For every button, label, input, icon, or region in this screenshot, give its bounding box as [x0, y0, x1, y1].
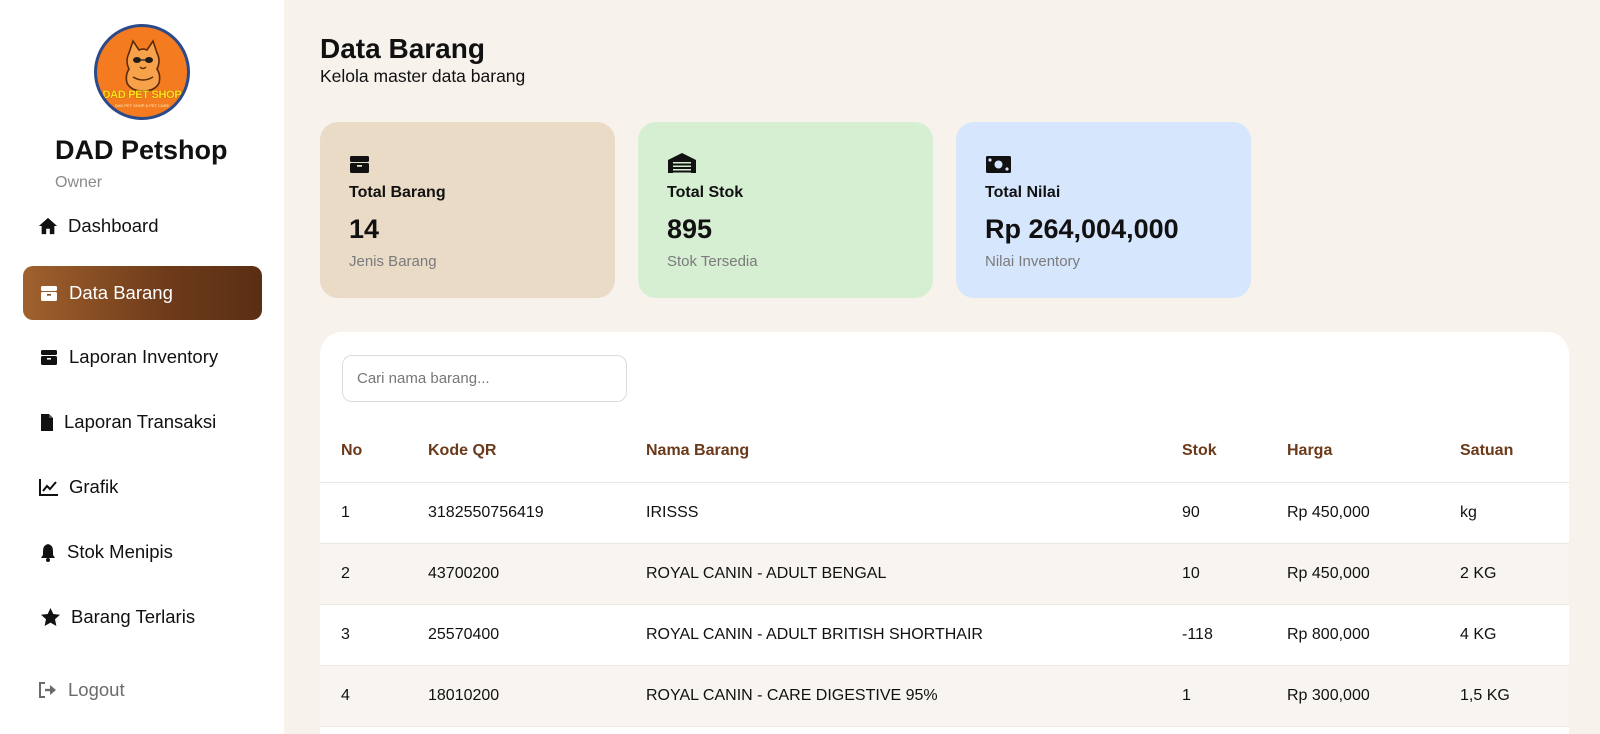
- cell-stok: 1: [1182, 665, 1287, 727]
- card-note: Jenis Barang: [349, 253, 437, 270]
- items-panel: No Kode QR Nama Barang Stok Harga Satuan…: [320, 332, 1569, 734]
- sidebar-item-dashboard[interactable]: Dashboard: [38, 199, 262, 253]
- sidebar-item-grafik[interactable]: Grafik: [23, 460, 262, 514]
- star-icon: [39, 607, 61, 627]
- items-table: No Kode QR Nama Barang Stok Harga Satuan…: [320, 420, 1569, 727]
- cell-kode-qr: 43700200: [428, 543, 646, 605]
- cell-satuan: kg: [1460, 482, 1569, 544]
- column-header-harga: Harga: [1287, 420, 1460, 483]
- sidebar-item-label: Grafik: [69, 476, 119, 497]
- cell-kode-qr: 18010200: [428, 665, 646, 727]
- sidebar-item-barang-terlaris[interactable]: Barang Terlaris: [23, 590, 262, 644]
- cell-harga: Rp 450,000: [1287, 482, 1460, 544]
- cell-stok: 10: [1182, 543, 1287, 605]
- sidebar-item-label: Laporan Inventory: [69, 346, 219, 367]
- sidebar: DAD PET SHOP DAD PET SHOP & PET CARE DAD…: [0, 0, 284, 734]
- logout-icon: [38, 681, 58, 699]
- money-icon: [985, 148, 1222, 174]
- box-icon: [349, 148, 586, 174]
- warehouse-icon: [667, 148, 904, 174]
- table-row[interactable]: 1 3182550756419 IRISSS 90 Rp 450,000 kg: [320, 482, 1569, 544]
- user-role: Owner: [55, 174, 103, 191]
- card-value: Rp 264,004,000: [985, 214, 1179, 244]
- column-header-kode-qr: Kode QR: [428, 420, 646, 483]
- card-value: 895: [667, 214, 713, 244]
- sidebar-item-laporan-transaksi[interactable]: Laporan Transaksi: [23, 395, 262, 449]
- box-icon: [39, 347, 59, 367]
- page-subtitle: Kelola master data barang: [320, 66, 526, 86]
- cell-nama-barang: IRISSS: [646, 482, 1182, 544]
- page-title: Data Barang: [320, 33, 485, 64]
- home-icon: [38, 216, 58, 236]
- sidebar-item-label: Data Barang: [69, 282, 173, 303]
- cell-harga: Rp 300,000: [1287, 665, 1460, 727]
- card-total-barang: Total Barang 14 Jenis Barang: [320, 122, 615, 298]
- column-header-nama-barang: Nama Barang: [646, 420, 1182, 483]
- search-input[interactable]: [342, 355, 627, 402]
- card-total-nilai: Total Nilai Rp 264,004,000 Nilai Invento…: [956, 122, 1251, 298]
- cell-nama-barang: ROYAL CANIN - ADULT BRITISH SHORTHAIR: [646, 604, 1182, 666]
- card-label: Total Barang: [349, 184, 446, 201]
- brand-name: DAD Petshop: [55, 135, 228, 165]
- card-label: Total Nilai: [985, 184, 1061, 201]
- cell-stok: 90: [1182, 482, 1287, 544]
- table-row[interactable]: 4 18010200 ROYAL CANIN - CARE DIGESTIVE …: [320, 665, 1569, 727]
- sidebar-item-laporan-inventory[interactable]: Laporan Inventory: [23, 330, 262, 384]
- cell-no: 4: [320, 665, 428, 727]
- column-header-satuan: Satuan: [1460, 420, 1569, 483]
- cell-satuan: 4 KG: [1460, 604, 1569, 666]
- cell-harga: Rp 450,000: [1287, 543, 1460, 605]
- card-label: Total Stok: [667, 184, 744, 201]
- table-header-row: No Kode QR Nama Barang Stok Harga Satuan: [320, 420, 1569, 483]
- sidebar-item-label: Dashboard: [68, 215, 159, 236]
- cell-no: 3: [320, 604, 428, 666]
- cat-logo-icon: [125, 39, 161, 92]
- cell-satuan: 1,5 KG: [1460, 665, 1569, 727]
- file-icon: [39, 412, 55, 432]
- cell-nama-barang: ROYAL CANIN - ADULT BENGAL: [646, 543, 1182, 605]
- cell-kode-qr: 25570400: [428, 604, 646, 666]
- cell-harga: Rp 800,000: [1287, 604, 1460, 666]
- logo-tagline: DAD PET SHOP & PET CARE: [114, 103, 170, 108]
- column-header-stok: Stok: [1182, 420, 1287, 483]
- cell-kode-qr: 3182550756419: [428, 482, 646, 544]
- box-icon: [39, 283, 59, 303]
- sidebar-item-stok-menipis[interactable]: Stok Menipis: [23, 525, 262, 579]
- bell-icon: [39, 542, 57, 562]
- sidebar-item-label: Barang Terlaris: [71, 606, 196, 627]
- sidebar-item-label: Stok Menipis: [67, 541, 173, 562]
- card-note: Stok Tersedia: [667, 253, 758, 270]
- cell-no: 2: [320, 543, 428, 605]
- sidebar-item-data-barang[interactable]: Data Barang: [23, 266, 262, 320]
- cell-stok: -118: [1182, 604, 1287, 666]
- table-row[interactable]: 3 25570400 ROYAL CANIN - ADULT BRITISH S…: [320, 604, 1569, 666]
- cell-satuan: 2 KG: [1460, 543, 1569, 605]
- cell-nama-barang: ROYAL CANIN - CARE DIGESTIVE 95%: [646, 665, 1182, 727]
- logo-text: DAD PET SHOP: [102, 89, 182, 101]
- chart-line-icon: [39, 477, 59, 497]
- card-total-stok: Total Stok 895 Stok Tersedia: [638, 122, 933, 298]
- sidebar-item-label: Laporan Transaksi: [64, 411, 217, 432]
- column-header-no: No: [320, 420, 428, 483]
- card-note: Nilai Inventory: [985, 253, 1081, 270]
- table-row[interactable]: 2 43700200 ROYAL CANIN - ADULT BENGAL 10…: [320, 543, 1569, 605]
- logout-label: Logout: [68, 679, 125, 700]
- cell-no: 1: [320, 482, 428, 544]
- logout-button[interactable]: Logout: [38, 679, 125, 701]
- card-value: 14: [349, 214, 380, 244]
- shop-logo: DAD PET SHOP DAD PET SHOP & PET CARE: [94, 24, 190, 120]
